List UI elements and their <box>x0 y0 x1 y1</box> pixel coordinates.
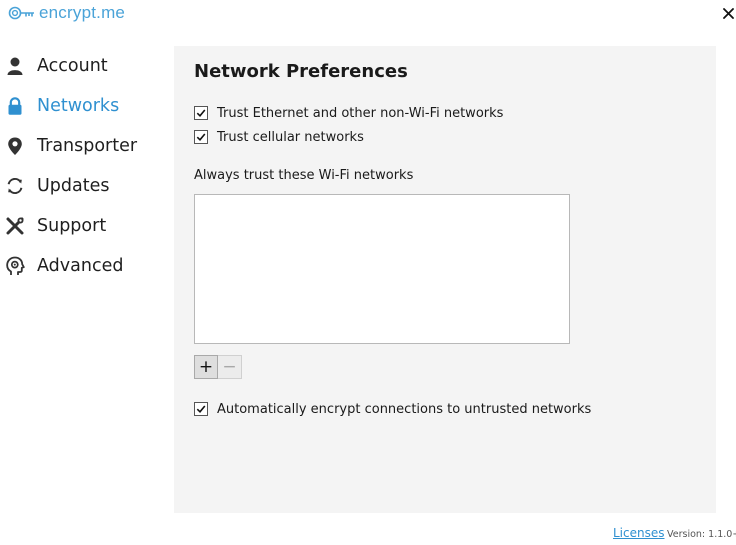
trust-cellular-label: Trust cellular networks <box>217 129 364 145</box>
key-logo-icon <box>8 6 34 20</box>
wifi-list-controls: + − <box>194 355 242 379</box>
version-label: Version: 1.1.0+0 <box>667 529 736 540</box>
sidebar-item-account[interactable]: Account <box>0 46 170 86</box>
sidebar-item-support[interactable]: Support <box>0 206 170 246</box>
trust-ethernet-checkbox[interactable] <box>194 106 208 120</box>
trust-ethernet-label: Trust Ethernet and other non-Wi-Fi netwo… <box>217 105 504 121</box>
trust-cellular-checkbox[interactable] <box>194 130 208 144</box>
lock-icon <box>4 95 26 117</box>
remove-network-button[interactable]: − <box>218 355 242 379</box>
map-pin-icon <box>4 135 26 157</box>
user-icon <box>4 55 26 77</box>
auto-encrypt-label: Automatically encrypt connections to unt… <box>217 401 592 417</box>
refresh-icon <box>4 175 26 197</box>
checkmark-icon <box>196 133 206 141</box>
sidebar-item-label: Advanced <box>37 256 124 276</box>
checkmark-icon <box>196 109 206 117</box>
close-icon <box>722 7 734 19</box>
sidebar-item-label: Transporter <box>37 136 138 156</box>
sidebar-item-networks[interactable]: Networks <box>0 86 170 126</box>
add-network-button[interactable]: + <box>194 355 218 379</box>
sidebar-item-label: Account <box>37 56 108 76</box>
app-logo: encrypt.me <box>8 2 125 24</box>
sidebar-item-label: Updates <box>37 176 110 196</box>
checkmark-icon <box>196 405 206 413</box>
trusted-wifi-list[interactable] <box>194 194 570 344</box>
sidebar-item-transporter[interactable]: Transporter <box>0 126 170 166</box>
sidebar-item-updates[interactable]: Updates <box>0 166 170 206</box>
page-title: Network Preferences <box>194 61 408 82</box>
wifi-list-label: Always trust these Wi-Fi networks <box>194 168 414 183</box>
network-preferences-panel: Network Preferences Trust Ethernet and o… <box>174 46 716 513</box>
sidebar-item-advanced[interactable]: Advanced <box>0 246 170 286</box>
brand-name: encrypt.me <box>39 3 126 22</box>
auto-encrypt-option[interactable]: Automatically encrypt connections to unt… <box>194 400 591 418</box>
sidebar: Account Networks Transporter Updates Sup… <box>0 46 170 286</box>
sidebar-item-label: Networks <box>37 96 120 116</box>
sidebar-item-label: Support <box>37 216 107 236</box>
tools-icon <box>4 215 26 237</box>
licenses-link[interactable]: Licenses <box>613 526 665 540</box>
auto-encrypt-checkbox[interactable] <box>194 402 208 416</box>
head-gear-icon <box>4 255 26 277</box>
trust-cellular-option[interactable]: Trust cellular networks <box>194 128 364 146</box>
close-button[interactable] <box>720 4 736 22</box>
trust-ethernet-option[interactable]: Trust Ethernet and other non-Wi-Fi netwo… <box>194 104 503 122</box>
